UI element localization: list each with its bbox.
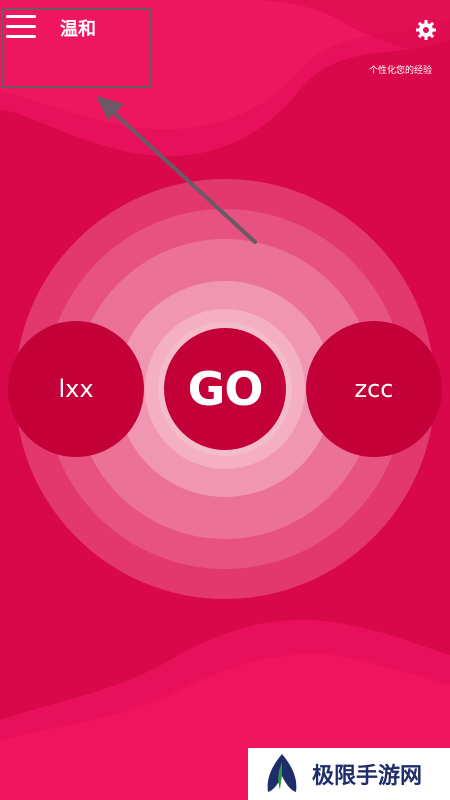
settings-button[interactable] <box>414 18 438 42</box>
watermark-text: 极限手游网 <box>312 763 423 789</box>
personalize-label: 个性化您的经验 <box>368 66 432 76</box>
player-left-circle[interactable]: lxx <box>8 321 144 457</box>
player-right-name: zcc <box>354 375 394 403</box>
player-left-name: lxx <box>58 375 94 403</box>
highlight-box <box>1 8 151 88</box>
watermark: 极限手游网 <box>248 748 450 800</box>
go-label: GO <box>187 362 264 416</box>
go-button[interactable]: GO <box>158 322 292 456</box>
site-logo-icon <box>267 754 297 792</box>
player-right-circle[interactable]: zcc <box>306 321 442 457</box>
gear-icon <box>416 20 436 40</box>
go-button-inner: GO <box>164 328 286 450</box>
